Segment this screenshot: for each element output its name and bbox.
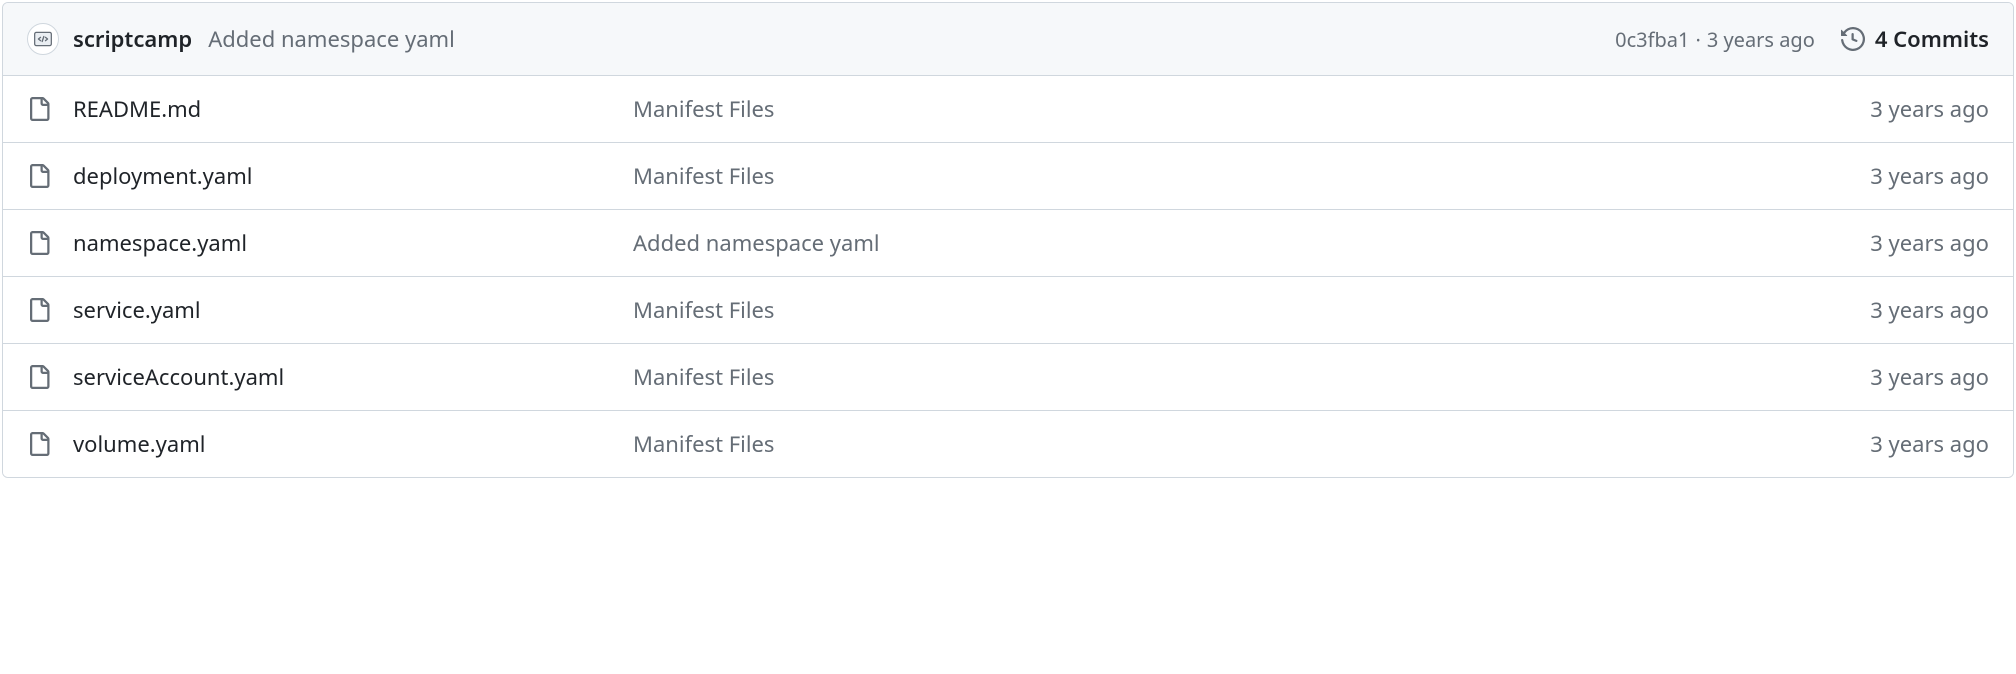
file-browser-container: scriptcamp Added namespace yaml 0c3fba1 … (2, 2, 2014, 478)
file-commit-message[interactable]: Manifest Files (633, 94, 1870, 124)
file-name[interactable]: serviceAccount.yaml (73, 362, 633, 392)
file-icon (27, 432, 51, 456)
commits-count-label: 4 Commits (1875, 24, 1989, 54)
file-name[interactable]: namespace.yaml (73, 228, 633, 258)
file-commit-message[interactable]: Manifest Files (633, 161, 1870, 191)
file-name[interactable]: service.yaml (73, 295, 633, 325)
file-row: volume.yamlManifest Files3 years ago (3, 411, 2013, 477)
file-name[interactable]: deployment.yaml (73, 161, 633, 191)
latest-commit-header: scriptcamp Added namespace yaml 0c3fba1 … (3, 3, 2013, 76)
file-row: README.mdManifest Files3 years ago (3, 76, 2013, 143)
file-commit-message[interactable]: Manifest Files (633, 295, 1870, 325)
file-icon (27, 97, 51, 121)
file-updated-ago: 3 years ago (1870, 228, 1989, 258)
commits-history-link[interactable]: 4 Commits (1841, 24, 1989, 54)
author-avatar[interactable] (27, 23, 59, 55)
history-icon (1841, 27, 1865, 51)
file-row: serviceAccount.yamlManifest Files3 years… (3, 344, 2013, 411)
file-updated-ago: 3 years ago (1870, 295, 1989, 325)
commit-ago: 3 years ago (1707, 26, 1815, 53)
file-icon (27, 231, 51, 255)
file-name[interactable]: README.md (73, 94, 633, 124)
file-updated-ago: 3 years ago (1870, 362, 1989, 392)
author-name[interactable]: scriptcamp (73, 24, 192, 54)
separator-dot: · (1695, 26, 1700, 53)
commit-hash[interactable]: 0c3fba1 (1615, 26, 1689, 53)
file-icon (27, 365, 51, 389)
file-updated-ago: 3 years ago (1870, 94, 1989, 124)
file-name[interactable]: volume.yaml (73, 429, 633, 459)
file-icon (27, 164, 51, 188)
latest-commit-message[interactable]: Added namespace yaml (208, 24, 455, 54)
file-commit-message[interactable]: Added namespace yaml (633, 228, 1870, 258)
file-row: namespace.yamlAdded namespace yaml3 year… (3, 210, 2013, 277)
file-list: README.mdManifest Files3 years agodeploy… (3, 76, 2013, 477)
file-row: service.yamlManifest Files3 years ago (3, 277, 2013, 344)
file-updated-ago: 3 years ago (1870, 429, 1989, 459)
file-icon (27, 298, 51, 322)
file-updated-ago: 3 years ago (1870, 161, 1989, 191)
file-row: deployment.yamlManifest Files3 years ago (3, 143, 2013, 210)
file-commit-message[interactable]: Manifest Files (633, 429, 1870, 459)
file-commit-message[interactable]: Manifest Files (633, 362, 1870, 392)
code-avatar-icon (33, 29, 53, 49)
